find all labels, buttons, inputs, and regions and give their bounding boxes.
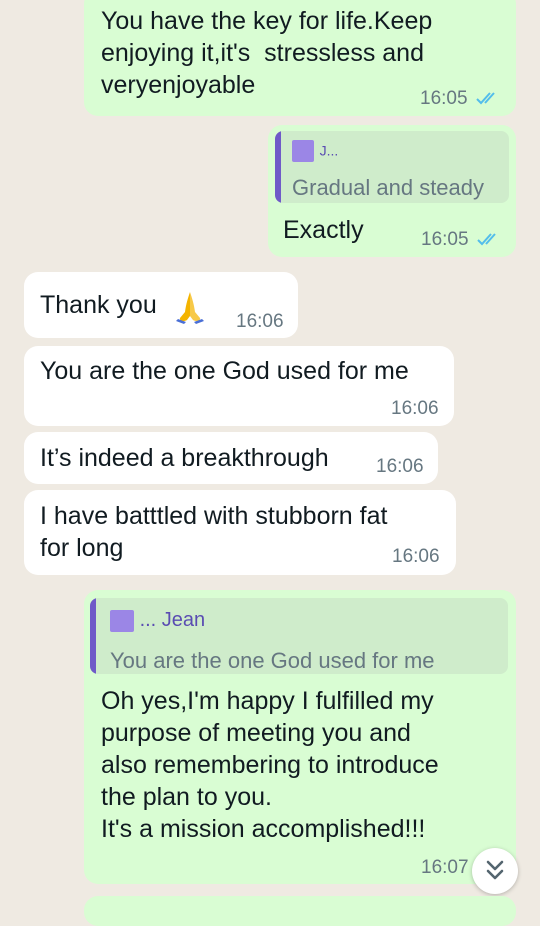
quote-accent-bar: [90, 598, 96, 674]
message-text: You have the key for life.Keep enjoying …: [101, 7, 433, 99]
folded-hands-icon: [176, 292, 204, 324]
quoted-message[interactable]: ... Jean You are the one God used for me: [90, 598, 508, 674]
quote-author: J...: [292, 139, 338, 162]
scroll-to-bottom-button[interactable]: [472, 848, 518, 894]
chevron-double-down-icon: [486, 860, 504, 880]
message-time: 16:06: [392, 546, 440, 567]
message-text: Exactly: [283, 216, 364, 244]
quote-accent-bar: [275, 131, 281, 203]
quote-text: Gradual and steady: [292, 175, 485, 200]
message-bubble-outgoing: [84, 896, 516, 926]
redacted-name-block: [292, 139, 314, 162]
message-bubble-incoming[interactable]: I have batttled with stubborn fat for lo…: [24, 490, 456, 575]
message-time: 16:07: [421, 857, 469, 878]
message-text: I have batttled with stubborn fat for lo…: [40, 502, 388, 562]
message-text: You are the one God used for me: [40, 357, 409, 385]
read-receipt-icon: [477, 233, 496, 246]
message-time: 16:06: [236, 311, 284, 332]
message-time: 16:06: [376, 456, 424, 477]
message-text: Thank you: [40, 291, 157, 319]
quote-author: ... Jean: [110, 609, 205, 632]
message-bubble-outgoing[interactable]: J... Gradual and steady Exactly 16:05: [268, 125, 516, 257]
message-text: It’s indeed a breakthrough: [40, 444, 329, 472]
message-bubble-incoming[interactable]: You are the one God used for me 16:06: [24, 346, 454, 426]
message-bubble-outgoing[interactable]: You have the key for life.Keep enjoying …: [84, 0, 516, 116]
message-time: 16:05: [420, 88, 468, 109]
quote-text: You are the one God used for me: [110, 648, 435, 673]
quoted-message[interactable]: J... Gradual and steady: [275, 131, 509, 203]
message-time: 16:06: [391, 398, 439, 419]
message-bubble-incoming[interactable]: Thank you 16:06: [24, 272, 298, 338]
redacted-name-block: [110, 609, 134, 632]
message-time: 16:05: [421, 229, 469, 250]
message-bubble-outgoing[interactable]: ... Jean You are the one God used for me…: [84, 590, 516, 884]
message-bubble-incoming[interactable]: It’s indeed a breakthrough 16:06: [24, 432, 438, 484]
read-receipt-icon: [476, 92, 495, 105]
message-text: Oh yes,I'm happy I fulfilled my purpose …: [101, 687, 439, 843]
